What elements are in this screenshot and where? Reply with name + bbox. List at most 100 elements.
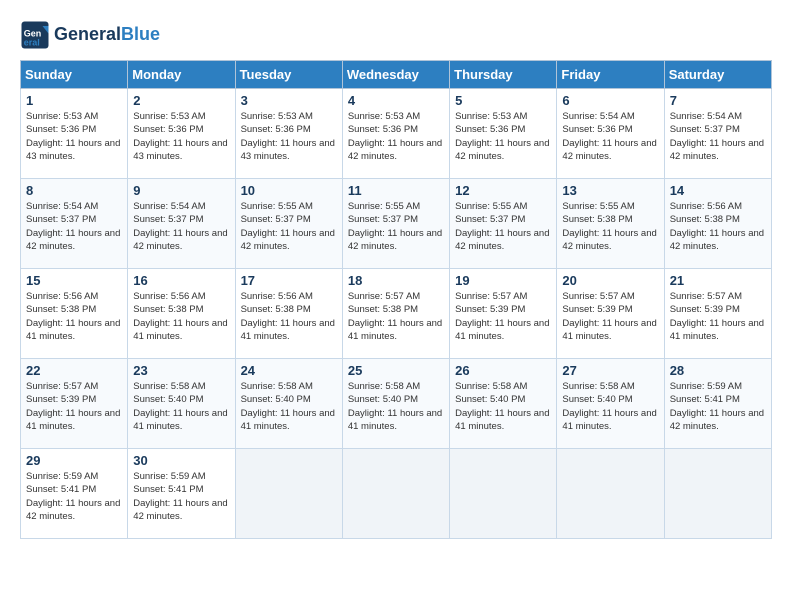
day-header-tuesday: Tuesday bbox=[235, 61, 342, 89]
day-info: Sunrise: 5:59 AM Sunset: 5:41 PM Dayligh… bbox=[133, 470, 229, 523]
calendar-cell bbox=[450, 449, 557, 539]
day-number: 13 bbox=[562, 183, 658, 198]
calendar-cell bbox=[664, 449, 771, 539]
day-number: 14 bbox=[670, 183, 766, 198]
calendar-cell: 8 Sunrise: 5:54 AM Sunset: 5:37 PM Daylig… bbox=[21, 179, 128, 269]
day-info: Sunrise: 5:59 AM Sunset: 5:41 PM Dayligh… bbox=[26, 470, 122, 523]
day-info: Sunrise: 5:54 AM Sunset: 5:37 PM Dayligh… bbox=[26, 200, 122, 253]
week-row-4: 29 Sunrise: 5:59 AM Sunset: 5:41 PM Dayli… bbox=[21, 449, 772, 539]
day-info: Sunrise: 5:53 AM Sunset: 5:36 PM Dayligh… bbox=[26, 110, 122, 163]
calendar-cell: 25 Sunrise: 5:58 AM Sunset: 5:40 PM Dayli… bbox=[342, 359, 449, 449]
day-info: Sunrise: 5:53 AM Sunset: 5:36 PM Dayligh… bbox=[241, 110, 337, 163]
day-info: Sunrise: 5:56 AM Sunset: 5:38 PM Dayligh… bbox=[133, 290, 229, 343]
calendar-cell: 15 Sunrise: 5:56 AM Sunset: 5:38 PM Dayli… bbox=[21, 269, 128, 359]
day-header-monday: Monday bbox=[128, 61, 235, 89]
day-info: Sunrise: 5:56 AM Sunset: 5:38 PM Dayligh… bbox=[670, 200, 766, 253]
day-number: 25 bbox=[348, 363, 444, 378]
calendar-cell: 5 Sunrise: 5:53 AM Sunset: 5:36 PM Daylig… bbox=[450, 89, 557, 179]
calendar-cell: 20Sunrise: 5:57 AM Sunset: 5:39 PM Dayli… bbox=[557, 269, 664, 359]
day-number: 7 bbox=[670, 93, 766, 108]
day-number: 26 bbox=[455, 363, 551, 378]
day-number: 6 bbox=[562, 93, 658, 108]
day-info: Sunrise: 5:58 AM Sunset: 5:40 PM Dayligh… bbox=[241, 380, 337, 433]
day-number: 23 bbox=[133, 363, 229, 378]
day-number: 2 bbox=[133, 93, 229, 108]
day-number: 8 bbox=[26, 183, 122, 198]
day-info: Sunrise: 5:56 AM Sunset: 5:38 PM Dayligh… bbox=[241, 290, 337, 343]
calendar-cell: 11 Sunrise: 5:55 AM Sunset: 5:37 PM Dayli… bbox=[342, 179, 449, 269]
day-header-sunday: Sunday bbox=[21, 61, 128, 89]
calendar-cell: 19 Sunrise: 5:57 AM Sunset: 5:39 PM Dayli… bbox=[450, 269, 557, 359]
day-number: 10 bbox=[241, 183, 337, 198]
day-info: Sunrise: 5:53 AM Sunset: 5:36 PM Dayligh… bbox=[455, 110, 551, 163]
day-info: Sunrise: 5:59 AM Sunset: 5:41 PM Dayligh… bbox=[670, 380, 766, 433]
day-number: 9 bbox=[133, 183, 229, 198]
day-number: 19 bbox=[455, 273, 551, 288]
day-number: 24 bbox=[241, 363, 337, 378]
day-number: 5 bbox=[455, 93, 551, 108]
day-header-friday: Friday bbox=[557, 61, 664, 89]
day-info: Sunrise: 5:58 AM Sunset: 5:40 PM Dayligh… bbox=[133, 380, 229, 433]
day-number: 22 bbox=[26, 363, 122, 378]
calendar-cell: 26Sunrise: 5:58 AM Sunset: 5:40 PM Dayli… bbox=[450, 359, 557, 449]
day-info: Sunrise: 5:58 AM Sunset: 5:40 PM Dayligh… bbox=[348, 380, 444, 433]
calendar-cell: 6 Sunrise: 5:54 AM Sunset: 5:36 PM Daylig… bbox=[557, 89, 664, 179]
svg-text:eral: eral bbox=[24, 38, 40, 48]
calendar-cell: 14 Sunrise: 5:56 AM Sunset: 5:38 PM Dayli… bbox=[664, 179, 771, 269]
day-number: 27 bbox=[562, 363, 658, 378]
day-info: Sunrise: 5:57 AM Sunset: 5:38 PM Dayligh… bbox=[348, 290, 444, 343]
calendar-cell bbox=[235, 449, 342, 539]
day-info: Sunrise: 5:55 AM Sunset: 5:37 PM Dayligh… bbox=[348, 200, 444, 253]
calendar-cell bbox=[557, 449, 664, 539]
calendar-table: SundayMondayTuesdayWednesdayThursdayFrid… bbox=[20, 60, 772, 539]
day-info: Sunrise: 5:55 AM Sunset: 5:37 PM Dayligh… bbox=[455, 200, 551, 253]
day-info: Sunrise: 5:54 AM Sunset: 5:37 PM Dayligh… bbox=[133, 200, 229, 253]
day-number: 11 bbox=[348, 183, 444, 198]
day-number: 4 bbox=[348, 93, 444, 108]
day-info: Sunrise: 5:57 AM Sunset: 5:39 PM Dayligh… bbox=[670, 290, 766, 343]
day-number: 12 bbox=[455, 183, 551, 198]
calendar-cell: 27 Sunrise: 5:58 AM Sunset: 5:40 PM Dayli… bbox=[557, 359, 664, 449]
day-number: 18 bbox=[348, 273, 444, 288]
day-info: Sunrise: 5:54 AM Sunset: 5:36 PM Dayligh… bbox=[562, 110, 658, 163]
week-row-3: 22 Sunrise: 5:57 AM Sunset: 5:39 PM Dayli… bbox=[21, 359, 772, 449]
logo: Gen eral GeneralBlue bbox=[20, 20, 160, 50]
day-info: Sunrise: 5:53 AM Sunset: 5:36 PM Dayligh… bbox=[348, 110, 444, 163]
calendar-cell: 9 Sunrise: 5:54 AM Sunset: 5:37 PM Daylig… bbox=[128, 179, 235, 269]
day-number: 15 bbox=[26, 273, 122, 288]
day-number: 29 bbox=[26, 453, 122, 468]
calendar-cell: 4 Sunrise: 5:53 AM Sunset: 5:36 PM Daylig… bbox=[342, 89, 449, 179]
calendar-cell: 24 Sunrise: 5:58 AM Sunset: 5:40 PM Dayli… bbox=[235, 359, 342, 449]
calendar-cell: 22 Sunrise: 5:57 AM Sunset: 5:39 PM Dayli… bbox=[21, 359, 128, 449]
day-info: Sunrise: 5:55 AM Sunset: 5:38 PM Dayligh… bbox=[562, 200, 658, 253]
calendar-cell: 16 Sunrise: 5:56 AM Sunset: 5:38 PM Dayli… bbox=[128, 269, 235, 359]
calendar-cell: 12 Sunrise: 5:55 AM Sunset: 5:37 PM Dayli… bbox=[450, 179, 557, 269]
calendar-cell: 13 Sunrise: 5:55 AM Sunset: 5:38 PM Dayli… bbox=[557, 179, 664, 269]
day-header-saturday: Saturday bbox=[664, 61, 771, 89]
calendar-cell: 7 Sunrise: 5:54 AM Sunset: 5:37 PM Daylig… bbox=[664, 89, 771, 179]
day-number: 21 bbox=[670, 273, 766, 288]
day-info: Sunrise: 5:57 AM Sunset: 5:39 PM Dayligh… bbox=[26, 380, 122, 433]
day-info: Sunrise: 5:54 AM Sunset: 5:37 PM Dayligh… bbox=[670, 110, 766, 163]
calendar-cell: 28Sunrise: 5:59 AM Sunset: 5:41 PM Dayli… bbox=[664, 359, 771, 449]
calendar-cell: 21 Sunrise: 5:57 AM Sunset: 5:39 PM Dayli… bbox=[664, 269, 771, 359]
day-number: 17 bbox=[241, 273, 337, 288]
days-header-row: SundayMondayTuesdayWednesdayThursdayFrid… bbox=[21, 61, 772, 89]
day-header-wednesday: Wednesday bbox=[342, 61, 449, 89]
day-number: 3 bbox=[241, 93, 337, 108]
calendar-cell: 3 Sunrise: 5:53 AM Sunset: 5:36 PM Daylig… bbox=[235, 89, 342, 179]
day-number: 16 bbox=[133, 273, 229, 288]
day-info: Sunrise: 5:58 AM Sunset: 5:40 PM Dayligh… bbox=[562, 380, 658, 433]
calendar-cell: 29 Sunrise: 5:59 AM Sunset: 5:41 PM Dayli… bbox=[21, 449, 128, 539]
day-info: Sunrise: 5:57 AM Sunset: 5:39 PM Dayligh… bbox=[455, 290, 551, 343]
day-number: 30 bbox=[133, 453, 229, 468]
header: Gen eral GeneralBlue bbox=[20, 20, 772, 50]
calendar-cell: 23 Sunrise: 5:58 AM Sunset: 5:40 PM Dayli… bbox=[128, 359, 235, 449]
day-info: Sunrise: 5:56 AM Sunset: 5:38 PM Dayligh… bbox=[26, 290, 122, 343]
day-info: Sunrise: 5:55 AM Sunset: 5:37 PM Dayligh… bbox=[241, 200, 337, 253]
day-header-thursday: Thursday bbox=[450, 61, 557, 89]
logo-name: GeneralBlue bbox=[54, 25, 160, 45]
day-info: Sunrise: 5:57 AM Sunset: 5:39 PM Dayligh… bbox=[562, 290, 658, 343]
day-number: 1 bbox=[26, 93, 122, 108]
logo-icon: Gen eral bbox=[20, 20, 50, 50]
